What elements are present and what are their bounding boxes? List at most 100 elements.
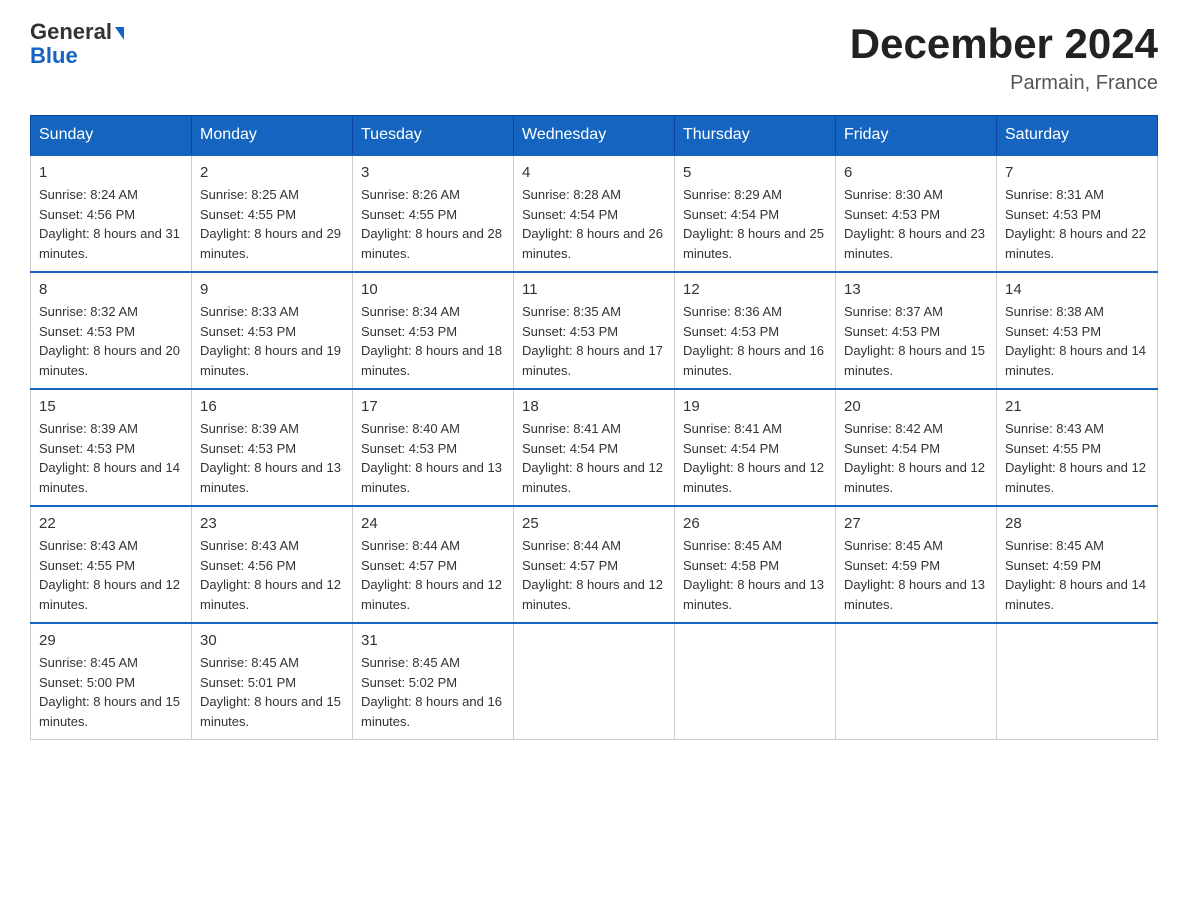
day-number: 23: [200, 515, 344, 532]
day-number: 31: [361, 632, 505, 649]
calendar-day-cell: 13 Sunrise: 8:37 AMSunset: 4:53 PMDayligh…: [836, 272, 997, 389]
day-number: 13: [844, 281, 988, 298]
day-info: Sunrise: 8:45 AMSunset: 5:01 PMDaylight:…: [200, 653, 344, 731]
calendar-day-cell: 11 Sunrise: 8:35 AMSunset: 4:53 PMDayligh…: [514, 272, 675, 389]
column-header-friday: Friday: [836, 116, 997, 156]
column-header-tuesday: Tuesday: [353, 116, 514, 156]
day-info: Sunrise: 8:34 AMSunset: 4:53 PMDaylight:…: [361, 302, 505, 380]
day-info: Sunrise: 8:41 AMSunset: 4:54 PMDaylight:…: [522, 419, 666, 497]
column-header-sunday: Sunday: [31, 116, 192, 156]
calendar-day-cell: 7 Sunrise: 8:31 AMSunset: 4:53 PMDaylight…: [997, 155, 1158, 272]
calendar-day-cell: 6Sunrise: 8:30 AMSunset: 4:53 PMDaylight…: [836, 155, 997, 272]
day-number: 3: [361, 164, 505, 181]
day-info: Sunrise: 8:45 AMSunset: 4:59 PMDaylight:…: [844, 536, 988, 614]
calendar-day-cell: 2 Sunrise: 8:25 AMSunset: 4:55 PMDaylight…: [192, 155, 353, 272]
calendar-day-cell: 16 Sunrise: 8:39 AMSunset: 4:53 PMDayligh…: [192, 389, 353, 506]
calendar-day-cell: 23 Sunrise: 8:43 AMSunset: 4:56 PMDayligh…: [192, 506, 353, 623]
calendar-week-row: 8 Sunrise: 8:32 AMSunset: 4:53 PMDaylight…: [31, 272, 1158, 389]
day-number: 21: [1005, 398, 1149, 415]
column-header-wednesday: Wednesday: [514, 116, 675, 156]
calendar-day-cell: 30Sunrise: 8:45 AMSunset: 5:01 PMDayligh…: [192, 623, 353, 740]
day-number: 8: [39, 281, 183, 298]
day-number: 5: [683, 164, 827, 181]
day-info: Sunrise: 8:39 AMSunset: 4:53 PMDaylight:…: [200, 419, 344, 497]
day-number: 7: [1005, 164, 1149, 181]
calendar-day-cell: 27 Sunrise: 8:45 AMSunset: 4:59 PMDayligh…: [836, 506, 997, 623]
day-info: Sunrise: 8:26 AMSunset: 4:55 PMDaylight:…: [361, 185, 505, 263]
day-info: Sunrise: 8:33 AMSunset: 4:53 PMDaylight:…: [200, 302, 344, 380]
day-info: Sunrise: 8:24 AMSunset: 4:56 PMDaylight:…: [39, 185, 183, 263]
calendar-day-cell: 12 Sunrise: 8:36 AMSunset: 4:53 PMDayligh…: [675, 272, 836, 389]
calendar-day-cell: [836, 623, 997, 740]
day-number: 10: [361, 281, 505, 298]
logo-blue-text: Blue: [30, 43, 78, 68]
calendar-day-cell: [675, 623, 836, 740]
day-info: Sunrise: 8:31 AMSunset: 4:53 PMDaylight:…: [1005, 185, 1149, 263]
column-header-thursday: Thursday: [675, 116, 836, 156]
calendar-day-cell: 15Sunrise: 8:39 AMSunset: 4:53 PMDayligh…: [31, 389, 192, 506]
day-number: 11: [522, 281, 666, 298]
day-info: Sunrise: 8:32 AMSunset: 4:53 PMDaylight:…: [39, 302, 183, 380]
day-number: 19: [683, 398, 827, 415]
day-info: Sunrise: 8:39 AMSunset: 4:53 PMDaylight:…: [39, 419, 183, 497]
day-number: 9: [200, 281, 344, 298]
day-info: Sunrise: 8:41 AMSunset: 4:54 PMDaylight:…: [683, 419, 827, 497]
calendar-day-cell: 20 Sunrise: 8:42 AMSunset: 4:54 PMDayligh…: [836, 389, 997, 506]
day-number: 29: [39, 632, 183, 649]
day-info: Sunrise: 8:36 AMSunset: 4:53 PMDaylight:…: [683, 302, 827, 380]
day-info: Sunrise: 8:42 AMSunset: 4:54 PMDaylight:…: [844, 419, 988, 497]
calendar-week-row: 22Sunrise: 8:43 AMSunset: 4:55 PMDayligh…: [31, 506, 1158, 623]
day-number: 24: [361, 515, 505, 532]
day-info: Sunrise: 8:28 AMSunset: 4:54 PMDaylight:…: [522, 185, 666, 263]
header: General Blue December 2024 Parmain, Fran…: [30, 20, 1158, 95]
calendar-week-row: 15Sunrise: 8:39 AMSunset: 4:53 PMDayligh…: [31, 389, 1158, 506]
calendar-week-row: 1 Sunrise: 8:24 AMSunset: 4:56 PMDaylight…: [31, 155, 1158, 272]
day-number: 25: [522, 515, 666, 532]
calendar-table: SundayMondayTuesdayWednesdayThursdayFrid…: [30, 115, 1158, 740]
day-number: 2: [200, 164, 344, 181]
day-number: 12: [683, 281, 827, 298]
day-info: Sunrise: 8:43 AMSunset: 4:55 PMDaylight:…: [1005, 419, 1149, 497]
calendar-day-cell: 31 Sunrise: 8:45 AMSunset: 5:02 PMDayligh…: [353, 623, 514, 740]
calendar-day-cell: 19 Sunrise: 8:41 AMSunset: 4:54 PMDayligh…: [675, 389, 836, 506]
calendar-day-cell: 18 Sunrise: 8:41 AMSunset: 4:54 PMDayligh…: [514, 389, 675, 506]
calendar-header-row: SundayMondayTuesdayWednesdayThursdayFrid…: [31, 116, 1158, 156]
day-number: 1: [39, 164, 183, 181]
calendar-day-cell: 4 Sunrise: 8:28 AMSunset: 4:54 PMDaylight…: [514, 155, 675, 272]
day-info: Sunrise: 8:30 AMSunset: 4:53 PMDaylight:…: [844, 185, 988, 263]
day-number: 27: [844, 515, 988, 532]
calendar-day-cell: 5 Sunrise: 8:29 AMSunset: 4:54 PMDaylight…: [675, 155, 836, 272]
day-info: Sunrise: 8:43 AMSunset: 4:56 PMDaylight:…: [200, 536, 344, 614]
calendar-day-cell: 8 Sunrise: 8:32 AMSunset: 4:53 PMDaylight…: [31, 272, 192, 389]
calendar-day-cell: 28Sunrise: 8:45 AMSunset: 4:59 PMDayligh…: [997, 506, 1158, 623]
calendar-day-cell: 3 Sunrise: 8:26 AMSunset: 4:55 PMDaylight…: [353, 155, 514, 272]
day-info: Sunrise: 8:45 AMSunset: 4:59 PMDaylight:…: [1005, 536, 1149, 614]
day-info: Sunrise: 8:25 AMSunset: 4:55 PMDaylight:…: [200, 185, 344, 263]
day-info: Sunrise: 8:45 AMSunset: 4:58 PMDaylight:…: [683, 536, 827, 614]
day-info: Sunrise: 8:37 AMSunset: 4:53 PMDaylight:…: [844, 302, 988, 380]
subtitle: Parmain, France: [850, 72, 1158, 95]
calendar-day-cell: 1 Sunrise: 8:24 AMSunset: 4:56 PMDaylight…: [31, 155, 192, 272]
logo-general-text: General: [30, 20, 112, 44]
day-info: Sunrise: 8:44 AMSunset: 4:57 PMDaylight:…: [522, 536, 666, 614]
day-info: Sunrise: 8:38 AMSunset: 4:53 PMDaylight:…: [1005, 302, 1149, 380]
title-block: December 2024 Parmain, France: [850, 20, 1158, 95]
page-title: December 2024: [850, 20, 1158, 68]
day-number: 20: [844, 398, 988, 415]
calendar-day-cell: 21 Sunrise: 8:43 AMSunset: 4:55 PMDayligh…: [997, 389, 1158, 506]
calendar-day-cell: 10 Sunrise: 8:34 AMSunset: 4:53 PMDayligh…: [353, 272, 514, 389]
day-info: Sunrise: 8:35 AMSunset: 4:53 PMDaylight:…: [522, 302, 666, 380]
day-number: 18: [522, 398, 666, 415]
calendar-day-cell: [514, 623, 675, 740]
day-number: 16: [200, 398, 344, 415]
column-header-saturday: Saturday: [997, 116, 1158, 156]
logo-arrow-icon: [115, 27, 124, 40]
day-info: Sunrise: 8:29 AMSunset: 4:54 PMDaylight:…: [683, 185, 827, 263]
calendar-day-cell: 14 Sunrise: 8:38 AMSunset: 4:53 PMDayligh…: [997, 272, 1158, 389]
day-number: 4: [522, 164, 666, 181]
calendar-day-cell: 29Sunrise: 8:45 AMSunset: 5:00 PMDayligh…: [31, 623, 192, 740]
calendar-day-cell: [997, 623, 1158, 740]
day-info: Sunrise: 8:45 AMSunset: 5:02 PMDaylight:…: [361, 653, 505, 731]
calendar-day-cell: 22Sunrise: 8:43 AMSunset: 4:55 PMDayligh…: [31, 506, 192, 623]
day-number: 14: [1005, 281, 1149, 298]
